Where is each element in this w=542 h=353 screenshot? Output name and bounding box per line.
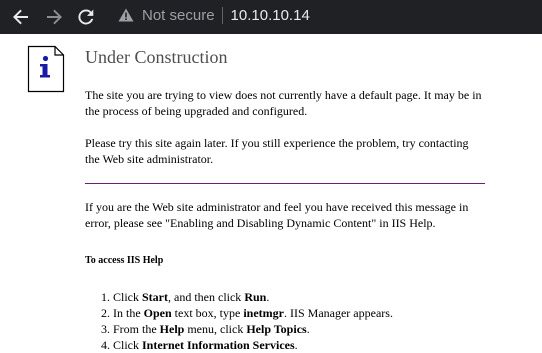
reload-button[interactable]: [74, 5, 98, 29]
step-text: From the: [113, 322, 160, 336]
step-bold-text: Open: [143, 306, 172, 320]
step-text: Click: [113, 338, 142, 352]
arrow-forward-icon: [47, 9, 62, 25]
forward-button[interactable]: [42, 5, 66, 29]
step-text: .: [306, 322, 310, 336]
list-item: Click Start, and then click Run.: [113, 289, 473, 305]
divider: [85, 183, 485, 184]
back-button[interactable]: [9, 5, 33, 29]
step-bold-text: Start: [142, 290, 168, 304]
step-text: menu, click: [184, 322, 247, 336]
steps-list: Click Start, and then click Run. In the …: [73, 289, 473, 353]
step-text: text box, type: [171, 306, 244, 320]
page-content: Under Construction The site you are tryi…: [0, 34, 542, 352]
reload-icon: [78, 9, 94, 25]
main-content: Under Construction The site you are tryi…: [85, 44, 485, 353]
arrow-back-icon: [13, 9, 28, 25]
step-text: , and then click: [168, 290, 245, 304]
browser-toolbar: Not secure 10.10.10.14: [0, 0, 542, 34]
list-item: From the Help menu, click Help Topics.: [113, 321, 473, 337]
step-bold-text: Help: [159, 322, 185, 336]
list-item: In the Open text box, type inetmgr. IIS …: [113, 305, 473, 321]
omnibox-separator: [221, 6, 223, 24]
address-bar[interactable]: Not secure 10.10.10.14: [108, 3, 538, 27]
warning-triangle-icon[interactable]: [117, 6, 135, 24]
admin-paragraph: If you are the Web site administrator an…: [85, 200, 469, 230]
page-title: Under Construction: [85, 47, 228, 67]
retry-paragraph: Please try this site again later. If you…: [85, 136, 469, 166]
step-bold-text: inetmgr: [243, 306, 284, 320]
step-text: In the: [113, 306, 144, 320]
url-text[interactable]: 10.10.10.14: [231, 7, 310, 24]
intro-paragraph: The site you are trying to view does not…: [85, 88, 482, 118]
list-item: Click Internet Information Services.: [113, 337, 473, 353]
security-label[interactable]: Not secure: [142, 7, 215, 24]
info-icon: [27, 45, 65, 93]
iis-help-heading: To access IIS Help: [85, 255, 164, 266]
step-text: .: [266, 290, 270, 304]
step-text: .: [294, 338, 298, 352]
step-text: . IIS Manager appears.: [283, 306, 393, 320]
step-bold-text: Internet Information Services: [142, 338, 295, 352]
step-bold-text: Help Topics: [246, 322, 307, 336]
step-bold-text: Run: [244, 290, 267, 304]
step-text: Click: [113, 290, 142, 304]
